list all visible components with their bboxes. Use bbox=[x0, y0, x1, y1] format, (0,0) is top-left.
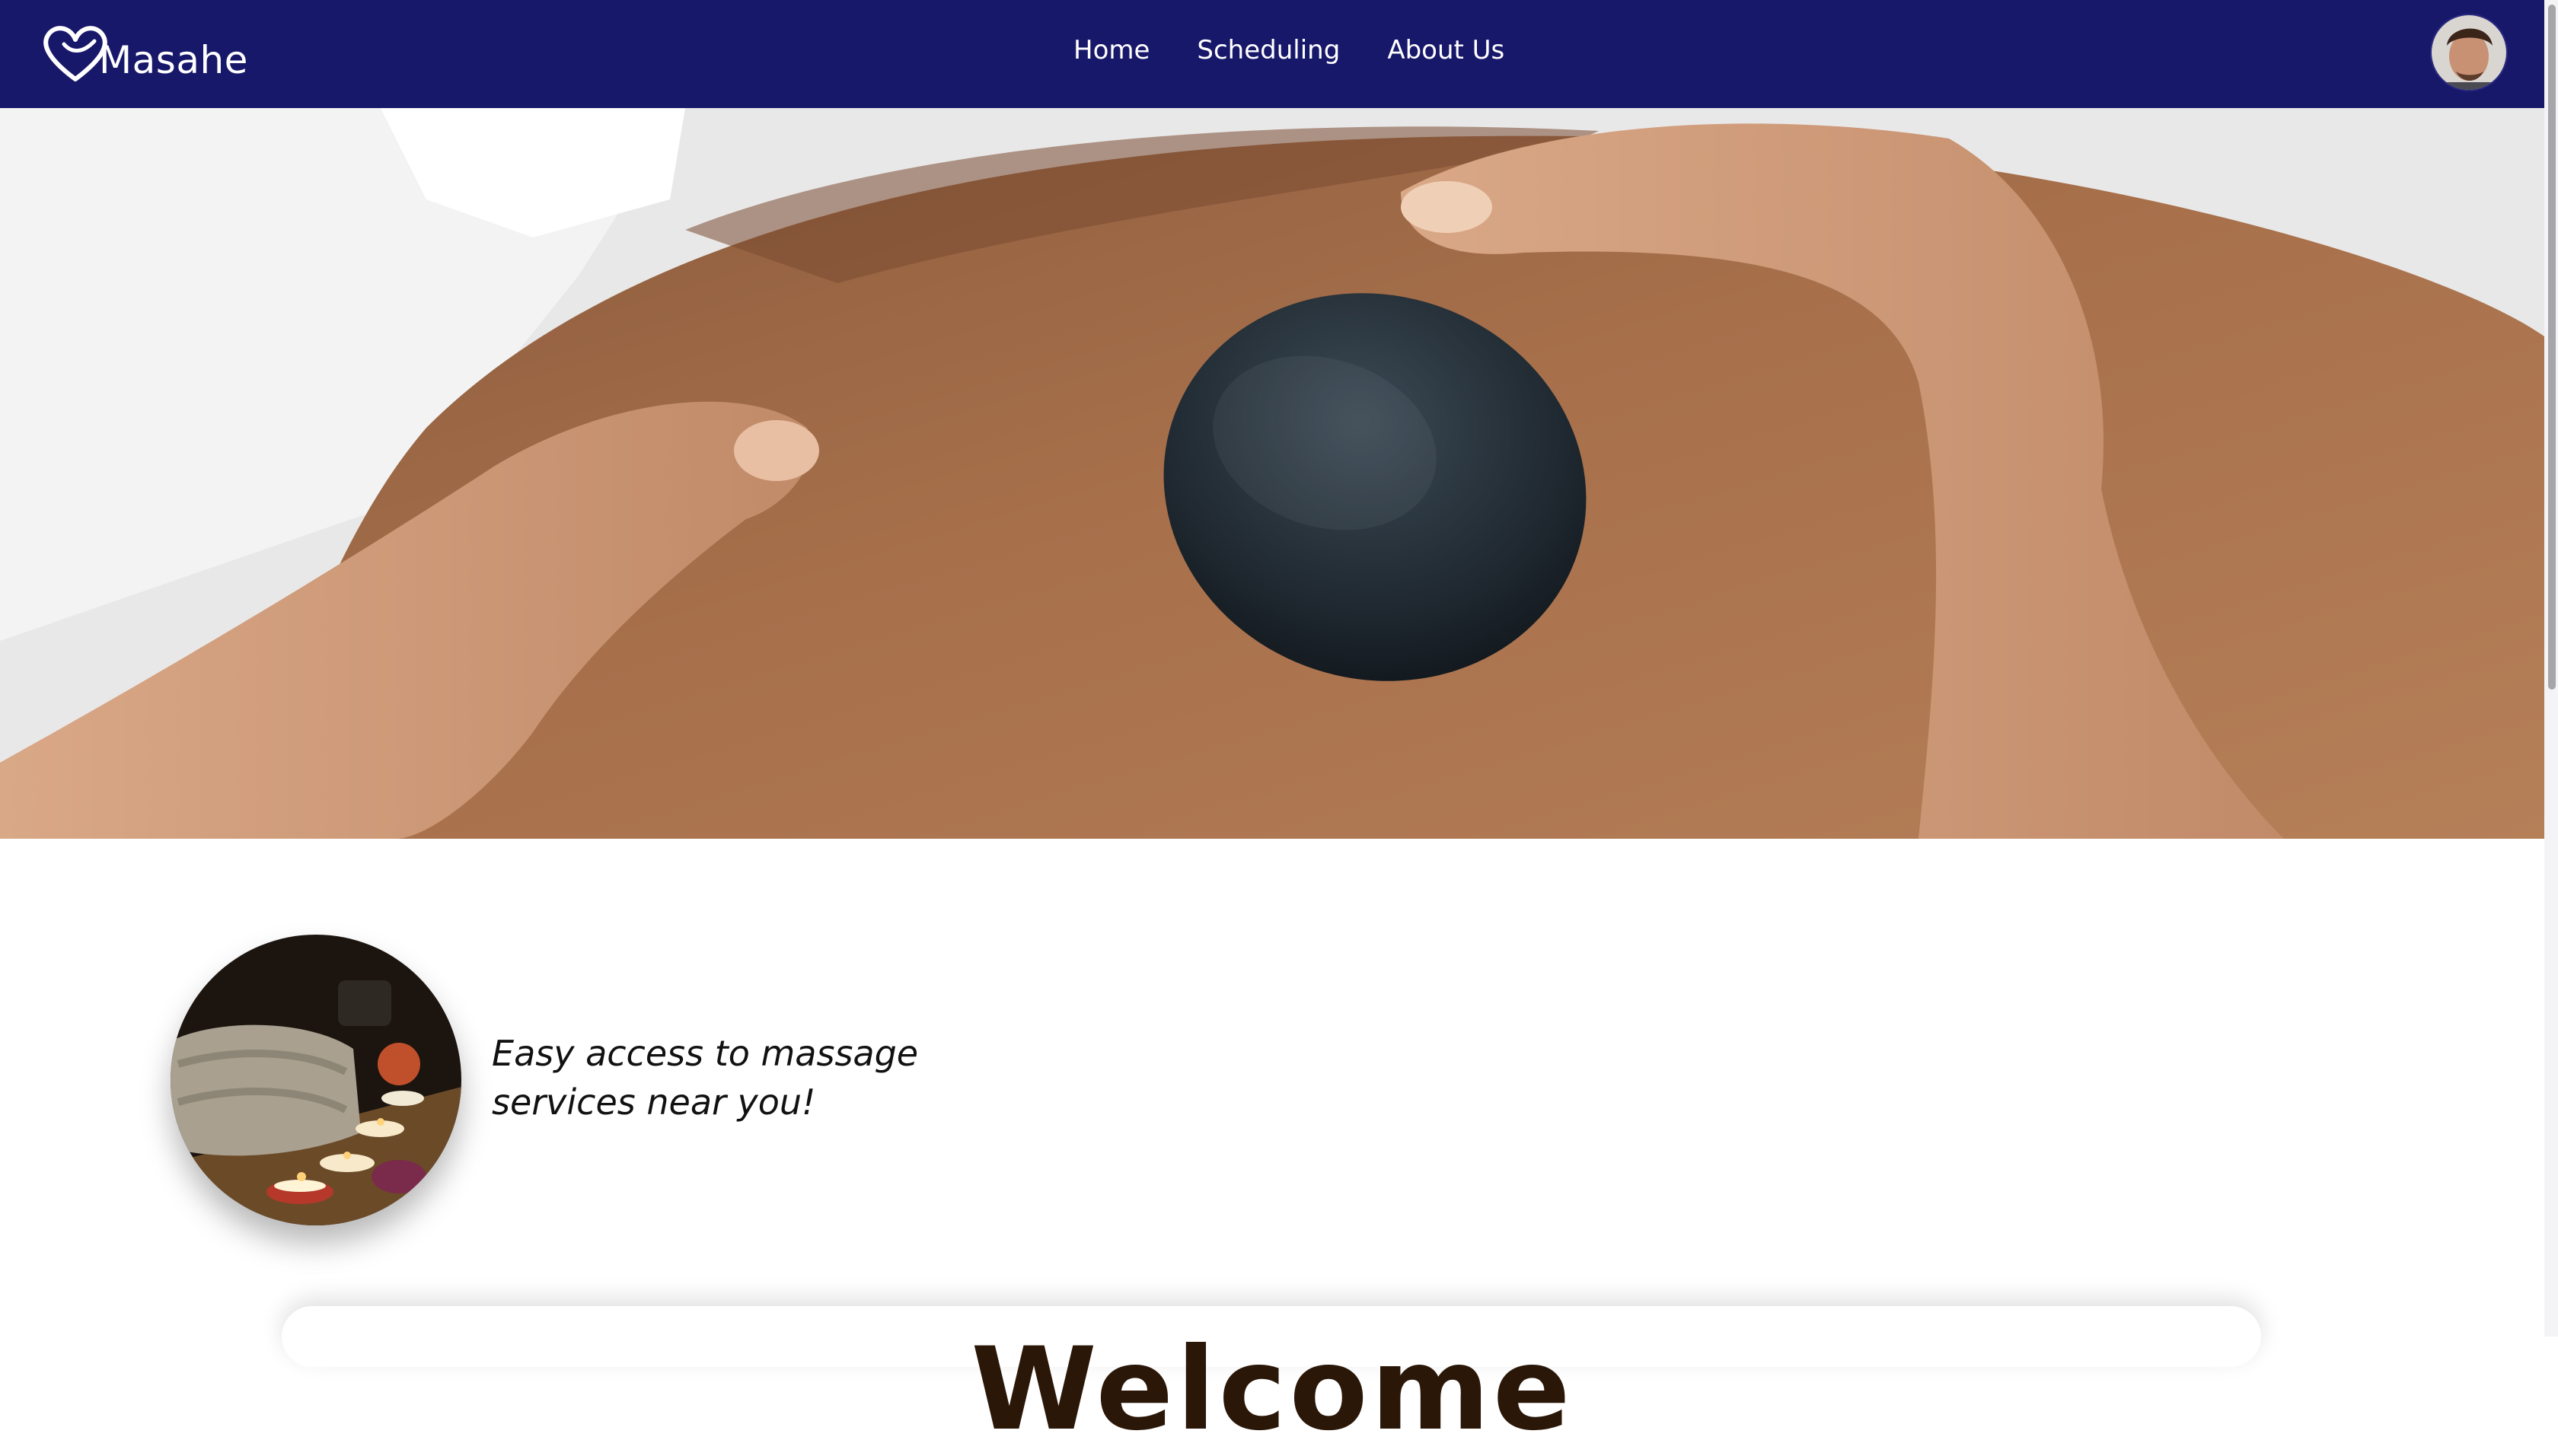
nav-scheduling-link[interactable]: Scheduling bbox=[1197, 35, 1340, 65]
top-navbar: Masahe Home Scheduling About Us bbox=[0, 0, 2558, 108]
spa-feature-image bbox=[171, 935, 461, 1225]
brand-name: Masahe bbox=[99, 38, 248, 82]
spa-candles-towels-photo bbox=[171, 935, 461, 1225]
nav-home-link[interactable]: Home bbox=[1073, 35, 1150, 65]
page-scrollbar[interactable] bbox=[2544, 0, 2558, 1337]
hero-image bbox=[0, 108, 2544, 839]
main-nav: Home Scheduling About Us bbox=[1073, 35, 1504, 65]
brand-logo[interactable]: Masahe bbox=[41, 17, 248, 85]
nav-about-us-link[interactable]: About Us bbox=[1387, 35, 1504, 65]
user-avatar[interactable] bbox=[2430, 14, 2508, 91]
scrollbar-thumb[interactable] bbox=[2548, 5, 2556, 690]
welcome-heading: Welcome bbox=[971, 1323, 1574, 1456]
hot-stone-massage-photo bbox=[0, 108, 2544, 839]
feature-tagline: Easy access to massage services near you… bbox=[492, 1033, 919, 1123]
